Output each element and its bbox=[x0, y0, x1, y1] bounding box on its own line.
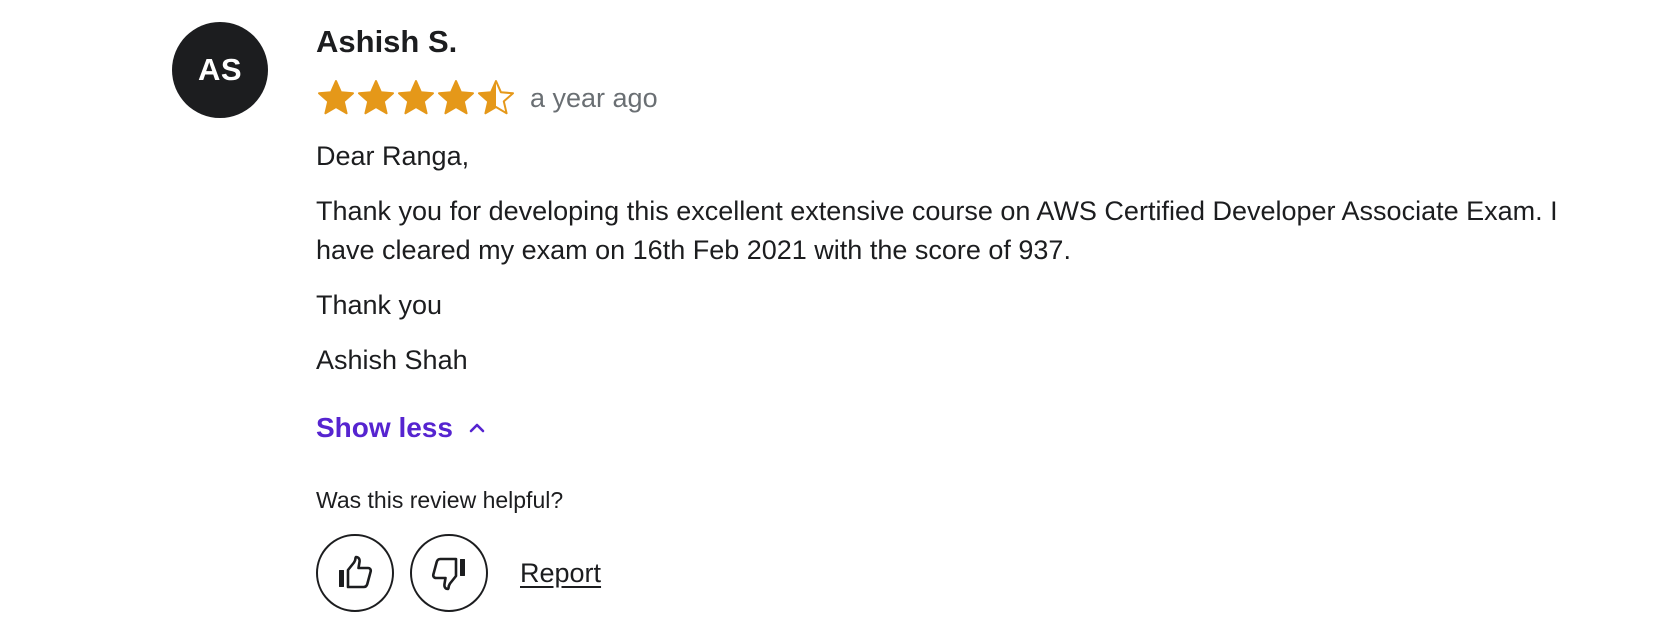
review-time: a year ago bbox=[530, 83, 658, 113]
chevron-up-icon bbox=[469, 423, 485, 433]
review-body: Dear Ranga, Thank you for developing thi… bbox=[316, 137, 1612, 380]
star-full-icon bbox=[398, 80, 434, 115]
star-full-icon bbox=[358, 80, 394, 115]
helpful-question: Was this review helpful? bbox=[316, 487, 564, 513]
avatar: AS bbox=[172, 22, 268, 118]
star-half-icon bbox=[478, 80, 514, 115]
star-rating bbox=[316, 78, 516, 118]
reviewer-name: Ashish S. bbox=[316, 24, 458, 59]
thumbs-down-icon bbox=[431, 557, 465, 591]
review-content: Ashish S. a year ago Dear Ranga, Thank y… bbox=[316, 22, 1612, 612]
review-actions: Report bbox=[316, 534, 1612, 612]
rating-row: a year ago bbox=[316, 77, 1612, 119]
star-full-icon bbox=[318, 80, 354, 115]
report-link[interactable]: Report bbox=[520, 558, 601, 589]
star-full-icon bbox=[438, 80, 474, 115]
thumbs-up-icon bbox=[339, 555, 373, 589]
not-helpful-button[interactable] bbox=[410, 534, 488, 612]
review-paragraph: Thank you for developing this excellent … bbox=[316, 196, 1558, 265]
review-card: AS Ashish S. a year ago Dear Ranga, Than… bbox=[172, 22, 1612, 612]
show-less-label: Show less bbox=[316, 412, 453, 443]
helpful-button[interactable] bbox=[316, 534, 394, 612]
review-paragraph: Thank you bbox=[316, 290, 443, 320]
review-paragraph: Dear Ranga, bbox=[316, 141, 470, 171]
show-less-button[interactable]: Show less bbox=[316, 408, 487, 448]
review-paragraph: Ashish Shah bbox=[316, 345, 468, 375]
